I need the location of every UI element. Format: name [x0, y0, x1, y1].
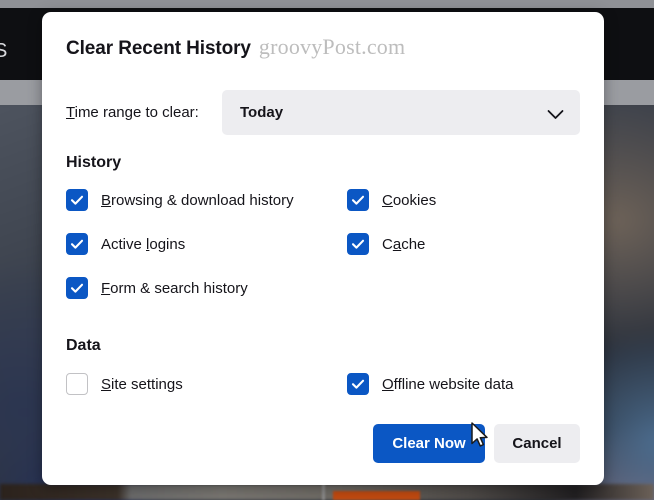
- time-range-label: Time range to clear:: [66, 104, 222, 121]
- screenshot-root: S Clear Recent History groovyPost.com Ti…: [0, 0, 654, 500]
- checkbox-label: Form & search history: [101, 279, 248, 297]
- section-heading-data: Data: [66, 337, 101, 354]
- checkbox-label: Offline website data: [382, 375, 514, 393]
- clear-recent-history-dialog: Clear Recent History groovyPost.com Time…: [42, 12, 604, 485]
- checkbox-cache[interactable]: Cache: [347, 233, 425, 255]
- unchecked-checkbox-icon: [66, 373, 88, 395]
- time-range-dropdown[interactable]: Today: [222, 90, 580, 135]
- page-title: Clear Recent History: [66, 38, 251, 59]
- background-top-strip: [0, 0, 654, 8]
- checked-checkbox-icon: [347, 189, 369, 211]
- time-range-selected-value: Today: [240, 104, 284, 121]
- time-range-row: Time range to clear: Today: [66, 90, 580, 135]
- clear-now-button[interactable]: Clear Now: [373, 424, 485, 463]
- background-accent-bar: [333, 491, 420, 500]
- checkbox-form-search-history[interactable]: Form & search history: [66, 277, 248, 299]
- checkbox-label: Browsing & download history: [101, 191, 294, 209]
- checkbox-site-settings[interactable]: Site settings: [66, 373, 183, 395]
- checkbox-label: Cookies: [382, 191, 437, 209]
- chevron-down-icon: [547, 107, 564, 119]
- checkbox-label: Cache: [382, 235, 426, 253]
- dialog-header: Clear Recent History groovyPost.com: [66, 34, 405, 60]
- checkbox-offline-website-data[interactable]: Offline website data: [347, 373, 513, 395]
- checked-checkbox-icon: [66, 189, 88, 211]
- checkbox-label: Active logins: [101, 235, 186, 253]
- section-heading-history: History: [66, 154, 122, 171]
- cancel-button[interactable]: Cancel: [494, 424, 580, 463]
- checked-checkbox-icon: [66, 233, 88, 255]
- background-bottom-bar: [0, 484, 654, 500]
- time-range-label-text: ime range to clear:: [74, 104, 199, 121]
- checked-checkbox-icon: [347, 373, 369, 395]
- checkbox-active-logins[interactable]: Active logins: [66, 233, 185, 255]
- checked-checkbox-icon: [66, 277, 88, 299]
- checkbox-label: Site settings: [101, 375, 183, 393]
- time-range-accesskey: T: [66, 104, 75, 121]
- checkbox-browsing-download-history[interactable]: Browsing & download history: [66, 189, 294, 211]
- checked-checkbox-icon: [347, 233, 369, 255]
- background-nav-text: S: [0, 40, 8, 62]
- background-bottom-divider: [322, 484, 325, 500]
- checkbox-cookies[interactable]: Cookies: [347, 189, 436, 211]
- watermark: groovyPost.com: [258, 34, 406, 59]
